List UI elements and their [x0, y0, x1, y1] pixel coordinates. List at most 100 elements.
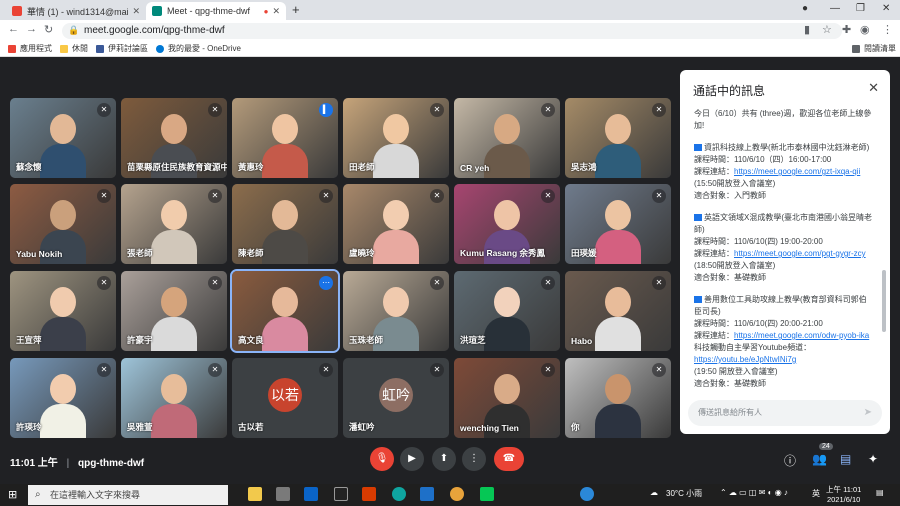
help-icon[interactable]: [580, 487, 594, 501]
participant-tile[interactable]: 苗栗縣原住民族教育資源中心 ✕: [121, 98, 227, 178]
participant-tile[interactable]: Habo ✕: [565, 271, 671, 351]
bookmark-apps[interactable]: 應用程式: [8, 43, 52, 54]
office-icon[interactable]: [362, 487, 376, 501]
new-tab-button[interactable]: +: [292, 2, 300, 17]
participant-tile[interactable]: Kumu Rasang 余秀鳳 ✕: [454, 184, 560, 264]
participant-tile[interactable]: 高文良 ⋯: [230, 269, 340, 353]
participant-tile[interactable]: 你 ✕: [565, 358, 671, 438]
reading-list[interactable]: 閱讀清單: [852, 43, 896, 54]
bookmark-label: 伊莉討論區: [108, 44, 148, 53]
taskbar-clock[interactable]: 上午 11:01 2021/6/10: [826, 485, 861, 505]
more-options-icon[interactable]: ⋯: [319, 276, 333, 290]
participant-tile[interactable]: 田瑛媛 ✕: [565, 184, 671, 264]
participant-tile[interactable]: 蘇念懷 ✕: [10, 98, 116, 178]
file-explorer-icon[interactable]: [248, 487, 262, 501]
media-icon[interactable]: [420, 487, 434, 501]
camera-icon[interactable]: ▮: [804, 23, 810, 36]
participant-tile[interactable]: 洪瑄芝 ✕: [454, 271, 560, 351]
participant-tile[interactable]: 許豪宇 ✕: [121, 271, 227, 351]
participant-tile[interactable]: 吳志鴻 ✕: [565, 98, 671, 178]
activities-icon[interactable]: ✦: [868, 452, 878, 466]
avatar[interactable]: ◉: [860, 23, 870, 36]
lock-icon[interactable]: 🔒: [68, 25, 79, 36]
line-icon[interactable]: [480, 487, 494, 501]
meeting-time: 11:01 上午: [10, 458, 58, 469]
bookmark-eyny[interactable]: 伊莉討論區: [96, 43, 148, 54]
close-window-button[interactable]: ✕: [882, 3, 890, 14]
store-icon[interactable]: [276, 487, 290, 501]
bookmark-label: 我的最愛 - OneDrive: [168, 44, 241, 53]
participant-tile[interactable]: 玉珠老師 ✕: [343, 271, 449, 351]
participant-tile[interactable]: wenching Tien ✕: [454, 358, 560, 438]
participant-tile[interactable]: 虹吟 潘虹吟 ✕: [343, 358, 449, 438]
mic-off-icon: ✕: [652, 276, 666, 290]
tab-meet[interactable]: Meet - qpg-thme-dwf ● ✕: [146, 2, 286, 20]
taskbar-search-input[interactable]: ⌕ 在這裡輸入文字來搜尋: [28, 485, 228, 505]
participant-tile[interactable]: 盧曉玲 ✕: [343, 184, 449, 264]
mail-icon[interactable]: [304, 487, 318, 501]
chat-link[interactable]: https://meet.google.com/odw-pyob-ika: [734, 331, 869, 340]
reload-button[interactable]: ↻: [44, 23, 53, 36]
bookmark-star-icon[interactable]: ☆: [822, 23, 832, 36]
close-icon[interactable]: ✕: [868, 80, 879, 96]
mic-toggle-button[interactable]: 🎙: [370, 447, 394, 471]
participant-tile[interactable]: 吳雅萱 ✕: [121, 358, 227, 438]
app-icon[interactable]: [334, 487, 348, 501]
edge-icon[interactable]: [392, 487, 406, 501]
minimize-button[interactable]: —: [830, 3, 840, 14]
forward-button[interactable]: →: [26, 23, 37, 35]
chat-icon[interactable]: ▤: [840, 452, 851, 466]
participant-tile[interactable]: 以若 古以若 ✕: [232, 358, 338, 438]
participant-tile[interactable]: 田老師 ✕: [343, 98, 449, 178]
input-language[interactable]: 英: [812, 488, 820, 499]
weather-text[interactable]: 30°C 小雨: [666, 488, 702, 499]
participant-head: [494, 287, 520, 317]
camera-toggle-button[interactable]: ▶: [400, 447, 424, 471]
bookmark-leisure[interactable]: 休閒: [60, 43, 88, 54]
back-button[interactable]: ←: [8, 23, 19, 35]
extensions-icon[interactable]: ✚: [842, 23, 851, 36]
participant-tile[interactable]: 陳老師 ✕: [232, 184, 338, 264]
chat-link[interactable]: https://meet.google.com/gzt-ixqa-qii: [734, 167, 860, 176]
bookmark-onedrive[interactable]: 我的最愛 - OneDrive: [156, 43, 241, 54]
search-placeholder: 在這裡輸入文字來搜尋: [50, 490, 141, 500]
participant-video: [595, 374, 641, 438]
chat-scrollbar[interactable]: [882, 270, 886, 332]
participant-body: [373, 230, 419, 264]
info-icon[interactable]: ⓘ: [784, 452, 796, 469]
participant-tile[interactable]: 許瑛玲 ✕: [10, 358, 116, 438]
participant-head: [161, 374, 187, 404]
participant-tile[interactable]: 張老師 ✕: [121, 184, 227, 264]
send-icon[interactable]: ➤: [864, 400, 872, 426]
participant-tile[interactable]: CR yeh ✕: [454, 98, 560, 178]
participant-body: [151, 404, 197, 438]
more-options-button[interactable]: ⋮: [462, 447, 486, 471]
participant-tile[interactable]: 王宣萍 ✕: [10, 271, 116, 351]
close-icon[interactable]: ✕: [272, 6, 280, 17]
camera-icon: ▶: [408, 453, 416, 464]
leave-call-button[interactable]: ☎: [494, 447, 524, 471]
notification-icon[interactable]: ▤: [876, 488, 884, 497]
chrome-icon[interactable]: [450, 487, 464, 501]
windows-start-icon[interactable]: ⊞: [8, 488, 17, 501]
present-button[interactable]: ⬆: [432, 447, 456, 471]
close-icon[interactable]: ✕: [132, 6, 140, 17]
participant-body: [595, 144, 641, 178]
address-input[interactable]: meet.google.com/qpg-thme-dwf: [62, 23, 842, 39]
participant-tile[interactable]: 黃惠玲 ▍: [232, 98, 338, 178]
chat-link[interactable]: https://youtu.be/eJpNtwINi7g: [694, 355, 796, 364]
people-icon[interactable]: 👥: [812, 452, 827, 466]
profile-menu-icon[interactable]: ●: [802, 3, 808, 14]
participant-name: 陳老師: [238, 248, 264, 258]
menu-icon[interactable]: ⋮: [882, 23, 893, 36]
chat-input[interactable]: 傳送訊息給所有人 ➤: [688, 400, 882, 426]
tab-gmail[interactable]: 華情 (1) - wind1314@mail.ntcu.edu.tw ✕: [6, 2, 146, 20]
participant-head: [383, 287, 409, 317]
mic-off-icon: ✕: [652, 103, 666, 117]
system-tray-icons[interactable]: ⌃ ☁ ▭ ◫ ✉ ◐ ◉ ♪: [720, 488, 788, 497]
weather-icon[interactable]: ☁: [650, 488, 658, 497]
participant-tile[interactable]: Yabu Nokih ✕: [10, 184, 116, 264]
tab-title: Meet - qpg-thme-dwf: [167, 6, 251, 16]
maximize-button[interactable]: ❐: [856, 3, 865, 14]
chat-link[interactable]: https://meet.google.com/pgt-gygr-zcy: [734, 249, 866, 258]
